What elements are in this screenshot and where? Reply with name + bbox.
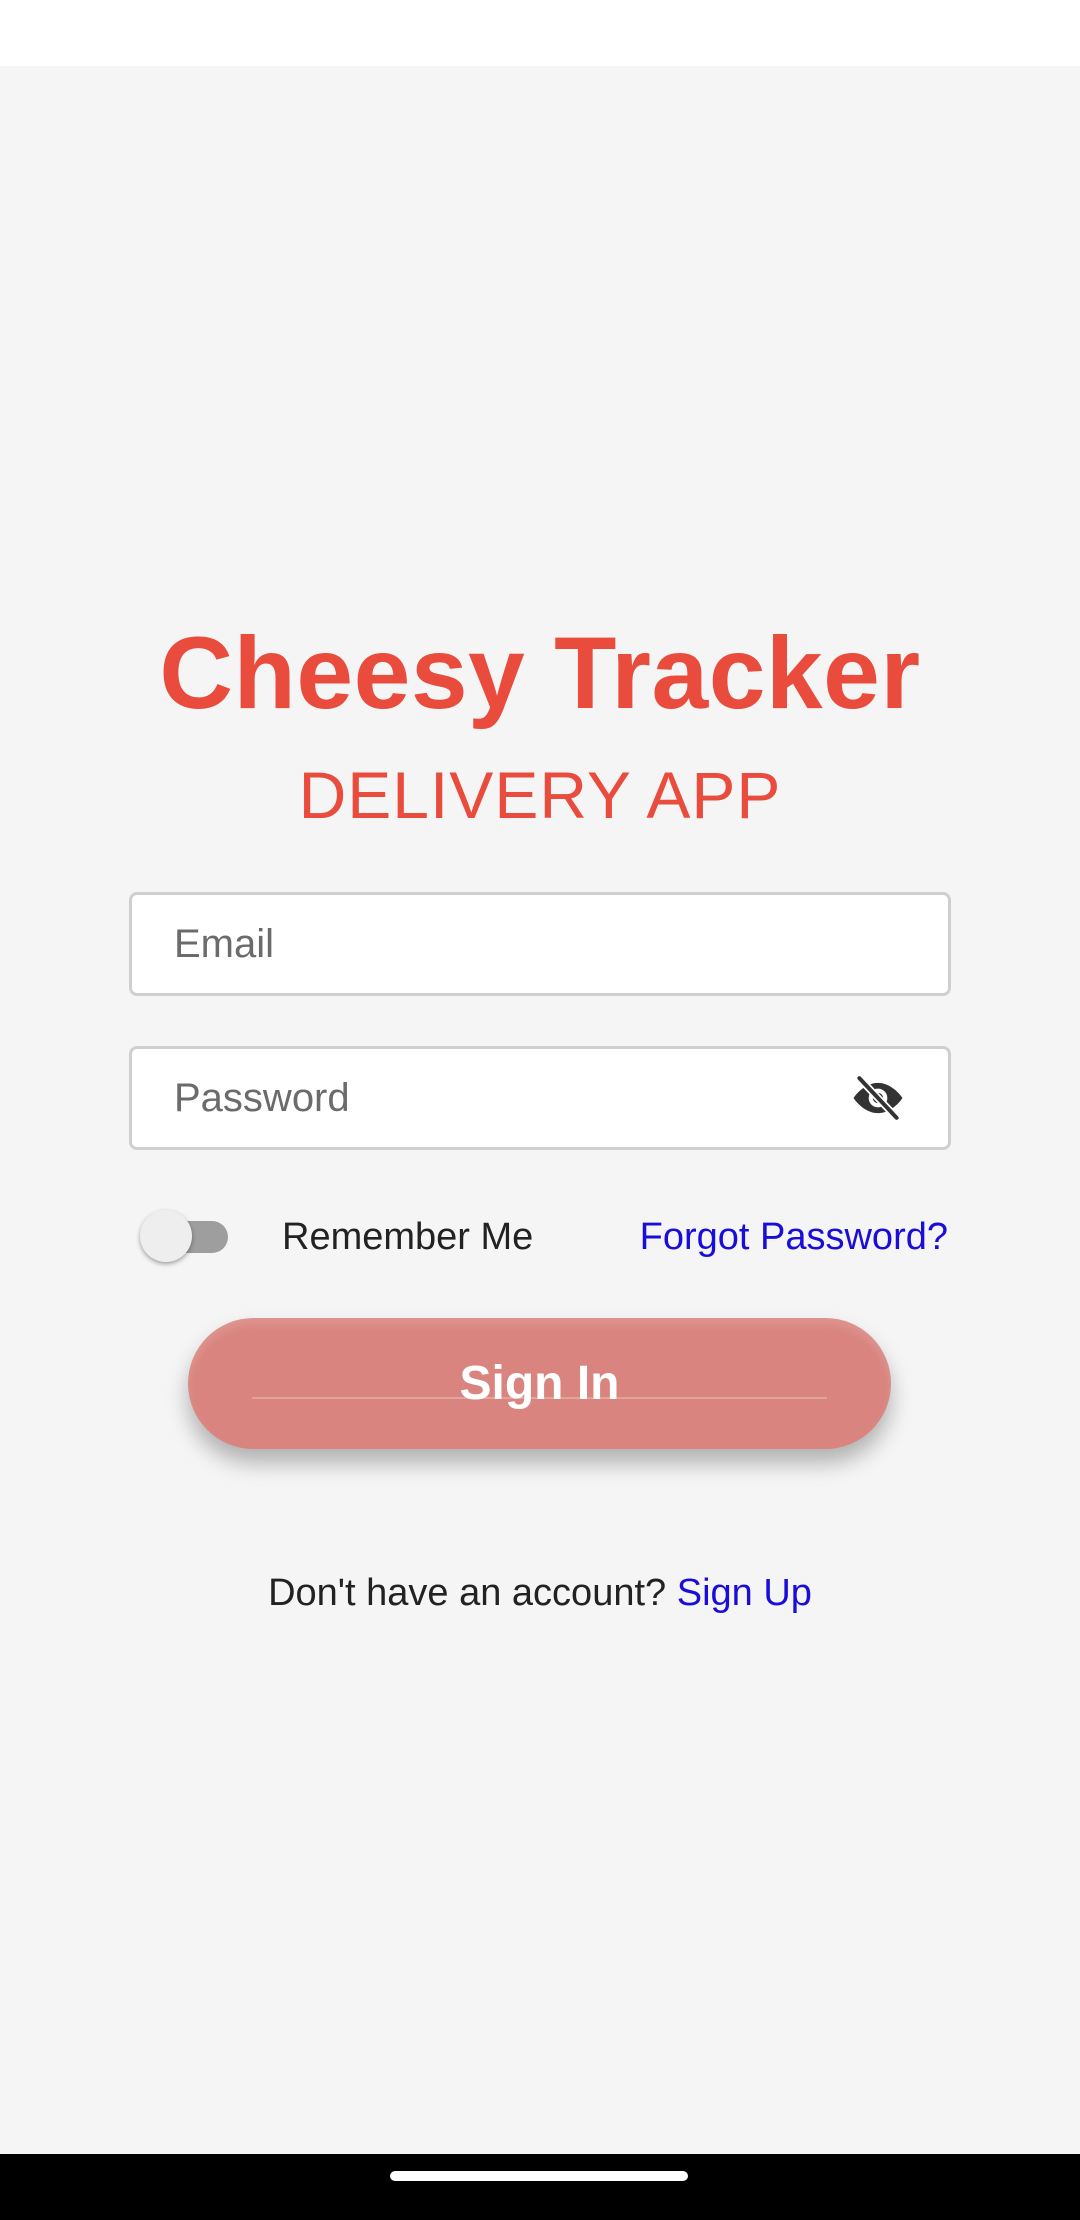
remember-me-toggle[interactable] [140,1210,232,1262]
status-bar [0,0,1080,66]
password-visibility-toggle[interactable] [848,1068,908,1128]
app-title: Cheesy Tracker [159,616,921,730]
app-subtitle: DELIVERY APP [298,758,782,832]
remember-me-label: Remember Me [282,1216,534,1258]
sign-up-link[interactable]: Sign Up [677,1572,812,1614]
signup-prompt: Don't have an account? Sign Up [0,1568,1080,1618]
forgot-password-link[interactable]: Forgot Password? [640,1212,948,1262]
home-indicator[interactable] [390,2171,688,2181]
sign-in-label: Sign In [459,1357,620,1410]
eye-off-icon [853,1074,903,1122]
email-field-container [129,892,951,996]
navigation-bar [0,2154,1080,2220]
toggle-thumb [140,1210,192,1262]
password-input[interactable] [132,1049,848,1147]
email-input[interactable] [132,895,948,993]
sign-in-button[interactable]: Sign In [188,1318,891,1449]
password-field-container [129,1046,951,1150]
signup-prompt-text: Don't have an account? [268,1572,667,1614]
